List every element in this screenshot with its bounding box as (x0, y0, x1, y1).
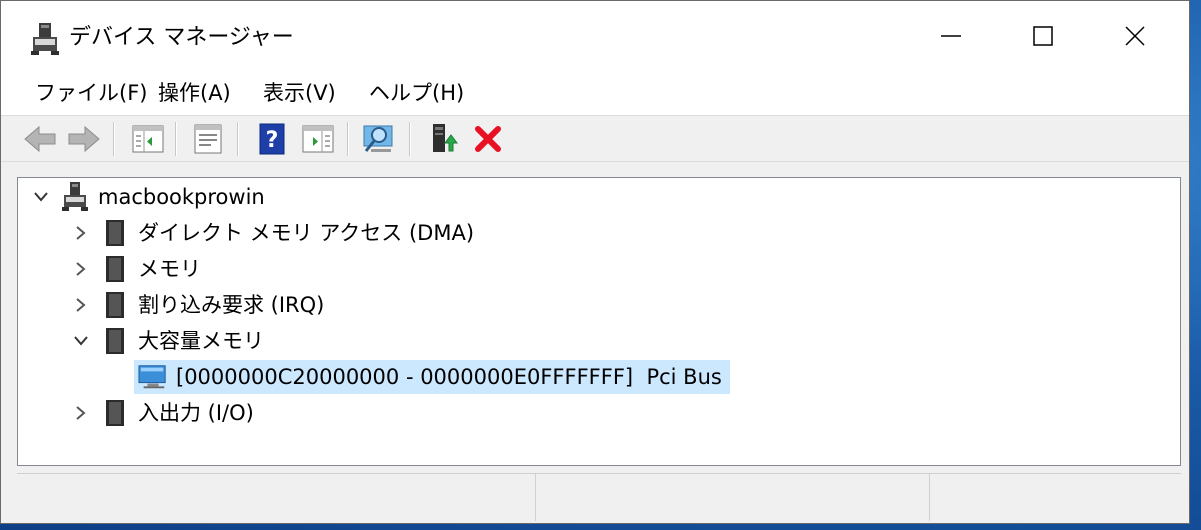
tree-item-dma[interactable]: ダイレクト メモリ アクセス (DMA) (68, 216, 474, 250)
forward-icon (68, 125, 100, 153)
maximize-icon (1033, 26, 1053, 46)
tree-root-label: macbookprowin (98, 185, 265, 209)
tree-root[interactable]: macbookprowin (28, 180, 265, 214)
show-hide-console-tree-icon (132, 125, 164, 153)
tree-item-label: ダイレクト メモリ アクセス (DMA) (138, 221, 475, 245)
properties-button[interactable] (191, 122, 225, 156)
tree-item-label: 割り込み要求 (IRQ) (138, 293, 325, 317)
tree-item-label: 大容量メモリ (138, 329, 264, 353)
title-bar[interactable]: デバイス マネージャー (1, 1, 1189, 71)
tree-item-label: [0000000C20000000 - 0000000E0FFFFFFF] Pc… (176, 365, 722, 389)
update-driver-icon (433, 124, 458, 152)
tree-item-pci-bus[interactable]: [0000000C20000000 - 0000000E0FFFFFFF] Pc… (134, 360, 730, 394)
chevron-down-icon[interactable] (28, 184, 54, 210)
svg-text:?: ? (266, 128, 279, 153)
status-bar (17, 473, 1181, 521)
tree-item-irq[interactable]: 割り込み要求 (IRQ) (68, 288, 324, 322)
back-button[interactable] (23, 122, 57, 156)
show-action-pane-icon (302, 125, 334, 153)
help-button[interactable]: ? (255, 122, 289, 156)
tree-item-io[interactable]: 入出力 (I/O) (68, 396, 254, 430)
memory-chip-icon (100, 254, 130, 284)
chevron-right-icon[interactable] (68, 400, 94, 426)
toolbar-separator (409, 122, 411, 156)
forward-button[interactable] (67, 122, 101, 156)
toolbar: ? (1, 116, 1189, 160)
properties-icon (194, 124, 222, 154)
chevron-right-icon[interactable] (68, 256, 94, 282)
close-icon (1125, 26, 1145, 46)
close-button[interactable] (1089, 1, 1181, 71)
uninstall-button[interactable] (471, 122, 505, 156)
tree-item-label: 入出力 (I/O) (138, 401, 254, 425)
status-bar-border (17, 473, 1181, 474)
chevron-right-icon[interactable] (68, 220, 94, 246)
minimize-button[interactable] (905, 1, 997, 71)
menu-view[interactable]: 表示(V) (259, 71, 340, 115)
toolbar-divider (1, 161, 1189, 162)
device-manager-window: デバイス マネージャー ファイル(F) 操作(A) 表示(V) ヘルプ(H) ?… (0, 0, 1190, 524)
minimize-icon (941, 35, 961, 37)
back-icon (24, 125, 56, 153)
computer-icon (31, 23, 59, 55)
scan-hardware-icon (363, 125, 393, 152)
menu-file[interactable]: ファイル(F) (31, 71, 151, 115)
help-icon: ? (259, 123, 285, 155)
memory-chip-icon (100, 326, 130, 356)
toolbar-separator (175, 122, 177, 156)
computer-icon (60, 182, 90, 212)
status-bar-divider (535, 473, 537, 521)
tree-item-label: メモリ (138, 257, 201, 281)
scan-hardware-button[interactable] (363, 122, 397, 156)
device-tree[interactable]: macbookprowin ダイレクト メモリ アクセス (DMA) メモリ 割… (17, 177, 1181, 466)
status-bar-divider (929, 473, 931, 521)
toolbar-separator (237, 122, 239, 156)
toolbar-separator (347, 122, 349, 156)
memory-chip-icon (100, 290, 130, 320)
show-action-pane-button[interactable] (301, 122, 335, 156)
tree-item-memory[interactable]: メモリ (68, 252, 201, 286)
menu-bar: ファイル(F) 操作(A) 表示(V) ヘルプ(H) (1, 71, 1189, 115)
window-title: デバイス マネージャー (69, 25, 294, 50)
menu-help[interactable]: ヘルプ(H) (365, 71, 468, 115)
update-driver-button[interactable] (427, 122, 461, 156)
chevron-down-icon[interactable] (68, 328, 94, 354)
monitor-icon (138, 362, 168, 392)
memory-chip-icon (100, 218, 130, 248)
uninstall-icon (475, 126, 501, 152)
chevron-right-icon[interactable] (68, 292, 94, 318)
show-hide-console-tree-button[interactable] (131, 122, 165, 156)
selection-highlight: [0000000C20000000 - 0000000E0FFFFFFF] Pc… (134, 360, 730, 394)
toolbar-separator (113, 122, 115, 156)
tree-item-large-memory[interactable]: 大容量メモリ (68, 324, 264, 358)
memory-chip-icon (100, 398, 130, 428)
maximize-button[interactable] (997, 1, 1089, 71)
menu-action[interactable]: 操作(A) (154, 71, 235, 115)
